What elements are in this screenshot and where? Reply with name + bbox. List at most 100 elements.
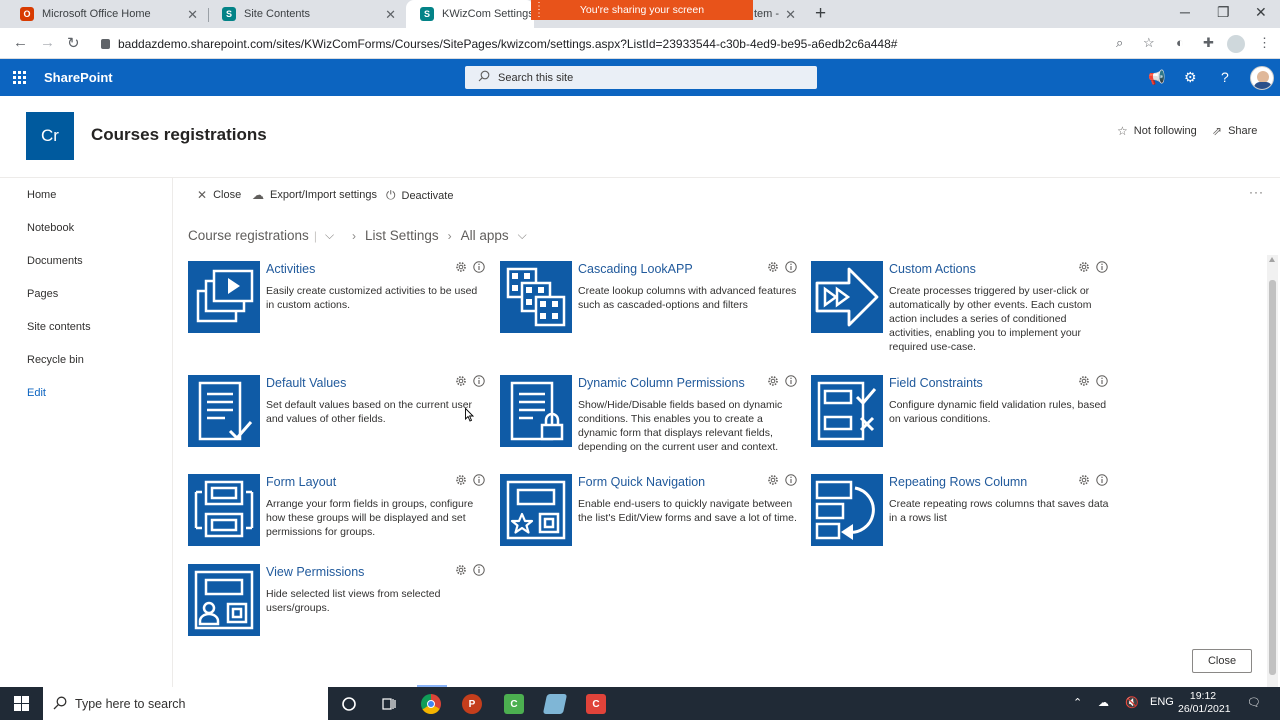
- app-launcher-icon[interactable]: [13, 71, 26, 84]
- follow-button[interactable]: ☆ Not following: [1117, 124, 1197, 138]
- app-name[interactable]: Form Quick Navigation: [578, 475, 705, 489]
- close-button[interactable]: Close: [1192, 649, 1252, 673]
- gear-icon[interactable]: [1078, 375, 1090, 387]
- nav-item-documents[interactable]: Documents: [27, 255, 83, 267]
- gear-icon[interactable]: [767, 474, 779, 486]
- more-options-icon[interactable]: ···: [1249, 185, 1264, 199]
- nav-item-recycle-bin[interactable]: Recycle bin: [27, 354, 84, 366]
- chevron-down-icon[interactable]: ⌵: [325, 228, 334, 243]
- deactivate-command[interactable]: ⏻ Deactivate: [386, 188, 453, 203]
- volume-muted-icon[interactable]: 🔇: [1125, 696, 1139, 709]
- screen-sharing-banner[interactable]: ⋮ ⋮ You're sharing your screen: [531, 0, 753, 20]
- cascading-lookup-icon[interactable]: [500, 261, 572, 333]
- info-icon[interactable]: [473, 474, 485, 486]
- drag-handle-icon[interactable]: ⋮ ⋮: [534, 2, 544, 19]
- app-name[interactable]: Activities: [266, 262, 315, 276]
- scrollbar-thumb[interactable]: [1269, 280, 1276, 675]
- zoom-icon[interactable]: ⌕: [1116, 35, 1123, 51]
- chevron-down-icon[interactable]: ⌵: [518, 228, 527, 243]
- gear-icon[interactable]: [767, 261, 779, 273]
- close-command[interactable]: ✕ Close: [197, 188, 241, 202]
- gear-icon[interactable]: [1078, 261, 1090, 273]
- cloud-icon[interactable]: ☁: [1098, 696, 1109, 709]
- repeating-rows-icon[interactable]: [811, 474, 883, 546]
- browser-tab-item[interactable]: tem - ✕: [740, 0, 806, 28]
- breadcrumb-list[interactable]: Course registrations: [188, 228, 309, 243]
- column-permissions-icon[interactable]: [500, 375, 572, 447]
- avatar[interactable]: [1250, 66, 1274, 90]
- nav-item-site-contents[interactable]: Site contents: [27, 321, 91, 333]
- info-icon[interactable]: [785, 261, 797, 273]
- task-view-icon[interactable]: [379, 694, 399, 714]
- browser-tab-office[interactable]: O Microsoft Office Home ✕: [6, 0, 208, 28]
- gear-icon[interactable]: [455, 564, 467, 576]
- gear-icon[interactable]: [455, 375, 467, 387]
- info-icon[interactable]: [473, 375, 485, 387]
- form-layout-icon[interactable]: [188, 474, 260, 546]
- app-name[interactable]: Default Values: [266, 376, 346, 390]
- reload-icon[interactable]: ↻: [67, 34, 80, 52]
- language-indicator[interactable]: ENG: [1150, 696, 1174, 708]
- breadcrumb-list-settings[interactable]: List Settings: [365, 228, 439, 243]
- nav-item-notebook[interactable]: Notebook: [27, 222, 74, 234]
- back-icon[interactable]: ←: [13, 34, 28, 51]
- browser-profile-icon[interactable]: [1227, 35, 1245, 53]
- app-name[interactable]: Custom Actions: [889, 262, 976, 276]
- info-icon[interactable]: [1096, 261, 1108, 273]
- gear-icon[interactable]: [767, 375, 779, 387]
- forward-icon[interactable]: →: [40, 34, 55, 51]
- powerpoint-icon[interactable]: P: [462, 694, 482, 714]
- scroll-up-icon[interactable]: [1269, 257, 1275, 262]
- taskbar-search-input[interactable]: Type here to search: [43, 687, 328, 720]
- custom-actions-icon[interactable]: [811, 261, 883, 333]
- help-icon[interactable]: ?: [1221, 69, 1229, 85]
- info-icon[interactable]: [785, 375, 797, 387]
- app-name[interactable]: View Permissions: [266, 565, 364, 579]
- close-icon[interactable]: ✕: [785, 7, 796, 23]
- sharepoint-brand[interactable]: SharePoint: [44, 70, 113, 85]
- gear-icon[interactable]: [455, 474, 467, 486]
- tray-chevron-up-icon[interactable]: ⌃: [1073, 696, 1082, 709]
- notifications-icon[interactable]: 🗨: [1247, 696, 1261, 709]
- site-logo[interactable]: Cr: [26, 112, 74, 160]
- close-icon[interactable]: ✕: [385, 7, 396, 23]
- app-name[interactable]: Dynamic Column Permissions: [578, 376, 745, 390]
- new-tab-icon[interactable]: +: [815, 3, 826, 25]
- info-icon[interactable]: [473, 564, 485, 576]
- browser-tab-kwizcom-settings[interactable]: S KWizCom Settings: [406, 0, 534, 28]
- window-close-icon[interactable]: ✕: [1255, 4, 1267, 21]
- notepad-app-icon[interactable]: [542, 694, 568, 714]
- info-icon[interactable]: [1096, 474, 1108, 486]
- maximize-icon[interactable]: ❐: [1217, 4, 1230, 21]
- app-name[interactable]: Form Layout: [266, 475, 336, 489]
- breadcrumb-all-apps[interactable]: All apps: [461, 228, 509, 243]
- extension-circle-icon[interactable]: ◐: [1176, 35, 1184, 50]
- browser-tab-site-contents[interactable]: S Site Contents ✕: [208, 0, 406, 28]
- app-name[interactable]: Field Constraints: [889, 376, 983, 390]
- field-constraints-icon[interactable]: [811, 375, 883, 447]
- extensions-puzzle-icon[interactable]: ✚: [1203, 35, 1214, 51]
- info-icon[interactable]: [473, 261, 485, 273]
- app-name[interactable]: Repeating Rows Column: [889, 475, 1027, 489]
- camtasia-recorder-icon[interactable]: C: [504, 694, 524, 714]
- camtasia-editor-icon[interactable]: C: [586, 694, 606, 714]
- app-name[interactable]: Cascading LookAPP: [578, 262, 693, 276]
- taskbar-clock[interactable]: 19:12 26/01/2021: [1178, 690, 1231, 716]
- site-search-input[interactable]: Search this site: [465, 66, 817, 89]
- gear-icon[interactable]: [455, 261, 467, 273]
- browser-menu-icon[interactable]: ⋮: [1258, 35, 1271, 51]
- quick-navigation-icon[interactable]: [500, 474, 572, 546]
- share-button[interactable]: ⇗ Share: [1212, 124, 1257, 138]
- windows-start-icon[interactable]: [14, 696, 29, 711]
- close-icon[interactable]: ✕: [187, 7, 198, 23]
- gear-icon[interactable]: [1078, 474, 1090, 486]
- nav-item-home[interactable]: Home: [27, 189, 56, 201]
- gear-icon[interactable]: ⚙: [1184, 69, 1197, 86]
- view-permissions-icon[interactable]: [188, 564, 260, 636]
- bookmark-star-icon[interactable]: ☆: [1143, 35, 1155, 51]
- nav-edit-link[interactable]: Edit: [27, 387, 46, 399]
- minimize-icon[interactable]: ─: [1180, 4, 1190, 20]
- chrome-icon[interactable]: [421, 694, 441, 714]
- nav-item-pages[interactable]: Pages: [27, 288, 58, 300]
- info-icon[interactable]: [785, 474, 797, 486]
